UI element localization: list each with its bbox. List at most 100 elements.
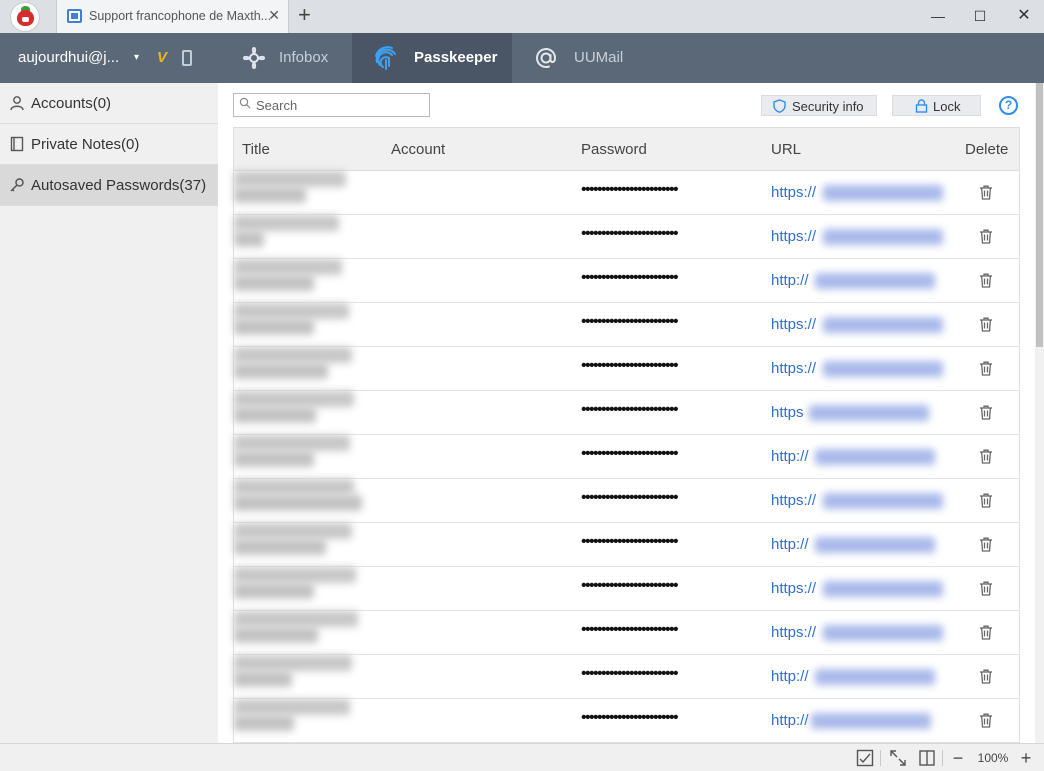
tab-uumail[interactable]: UUMail xyxy=(512,33,652,83)
trash-icon[interactable] xyxy=(979,713,993,728)
tab-favicon-icon xyxy=(67,9,82,23)
url-cell[interactable]: https:// xyxy=(771,360,816,377)
column-header-url[interactable]: URL xyxy=(771,141,801,158)
separator xyxy=(942,750,943,766)
trash-icon[interactable] xyxy=(979,405,993,420)
lock-button[interactable]: Lock xyxy=(892,95,981,116)
zoom-out-button[interactable]: − xyxy=(950,749,966,767)
trash-icon[interactable] xyxy=(979,185,993,200)
maximize-button[interactable]: ☐ xyxy=(970,6,990,26)
sidebar-item-autosaved-passwords[interactable]: Autosaved Passwords(37) xyxy=(0,165,218,206)
trash-icon[interactable] xyxy=(979,361,993,376)
table-header: Title Account Password URL Delete xyxy=(234,128,1019,171)
account-cell-redacted xyxy=(234,495,362,511)
url-cell[interactable]: https:// xyxy=(771,228,816,245)
account-cell-redacted xyxy=(234,407,316,423)
sidebar-item-accounts[interactable]: Accounts(0) xyxy=(0,83,218,124)
url-cell-redacted xyxy=(811,713,931,729)
maxthon-logo-icon[interactable] xyxy=(10,2,40,32)
title-cell-redacted xyxy=(234,303,349,319)
password-cell: •••••••••••••••••••••••• xyxy=(581,313,679,330)
trash-icon[interactable] xyxy=(979,581,993,596)
trash-icon[interactable] xyxy=(979,273,993,288)
url-cell-redacted xyxy=(823,493,943,509)
table-row[interactable]: •••••••••••••••••••••••• http:// xyxy=(234,655,1019,699)
status-bar: − 100% + xyxy=(0,743,1044,771)
column-header-delete: Delete xyxy=(965,141,1009,158)
table-row[interactable]: •••••••••••••••••••••••• https:// xyxy=(234,479,1019,523)
tab-title: Support francophone de Maxth... xyxy=(89,9,272,23)
url-cell[interactable]: http:// xyxy=(771,536,809,553)
new-tab-button[interactable]: + xyxy=(298,3,311,27)
password-cell: •••••••••••••••••••••••• xyxy=(581,269,679,286)
security-info-button[interactable]: Security info xyxy=(761,95,877,116)
account-cell-redacted xyxy=(234,451,314,467)
table-row[interactable]: •••••••••••••••••••••••• https:// xyxy=(234,215,1019,259)
column-header-password[interactable]: Password xyxy=(581,141,647,158)
vip-icon[interactable]: V xyxy=(157,49,167,66)
sidebar-item-label: Private Notes(0) xyxy=(31,136,140,153)
url-cell[interactable]: https:// xyxy=(771,316,816,333)
url-cell[interactable]: http:// xyxy=(771,272,809,289)
browser-tab[interactable]: Support francophone de Maxth... ✕ xyxy=(56,0,289,33)
scrollbar-thumb[interactable] xyxy=(1036,83,1043,347)
zoom-in-button[interactable]: + xyxy=(1018,749,1034,767)
chevron-down-icon[interactable]: ▾ xyxy=(134,52,139,63)
table-row[interactable]: •••••••••••••••••••••••• http:// xyxy=(234,259,1019,303)
url-cell-redacted xyxy=(823,229,943,245)
check-chart-icon[interactable] xyxy=(856,749,874,767)
trash-icon[interactable] xyxy=(979,449,993,464)
sidebar-item-private-notes[interactable]: Private Notes(0) xyxy=(0,124,218,165)
table-row[interactable]: •••••••••••••••••••••••• https:// xyxy=(234,611,1019,655)
table-row[interactable]: •••••••••••••••••••••••• http:// xyxy=(234,699,1019,743)
help-button[interactable]: ? xyxy=(999,96,1018,115)
url-cell[interactable]: http:// xyxy=(771,668,809,685)
search-input[interactable] xyxy=(256,96,426,114)
column-header-account[interactable]: Account xyxy=(391,141,445,158)
url-cell[interactable]: http:// xyxy=(771,448,809,465)
url-cell[interactable]: https xyxy=(771,404,804,421)
table-row[interactable]: •••••••••••••••••••••••• https xyxy=(234,391,1019,435)
split-view-icon[interactable] xyxy=(918,749,936,767)
password-cell: •••••••••••••••••••••••• xyxy=(581,225,679,242)
url-cell[interactable]: https:// xyxy=(771,580,816,597)
column-header-title[interactable]: Title xyxy=(242,141,270,158)
table-row[interactable]: •••••••••••••••••••••••• https:// xyxy=(234,303,1019,347)
table-row[interactable]: •••••••••••••••••••••••• http:// xyxy=(234,523,1019,567)
trash-icon[interactable] xyxy=(979,537,993,552)
vertical-scrollbar[interactable] xyxy=(1035,83,1044,743)
search-box[interactable] xyxy=(233,93,430,117)
infobox-icon xyxy=(243,47,265,69)
table-row[interactable]: •••••••••••••••••••••••• https:// xyxy=(234,347,1019,391)
phone-icon[interactable] xyxy=(182,50,192,66)
table-row[interactable]: •••••••••••••••••••••••• https:// xyxy=(234,171,1019,215)
zoom-level[interactable]: 100% xyxy=(976,749,1010,767)
sidebar-item-label: Autosaved Passwords(37) xyxy=(31,177,207,194)
password-cell: •••••••••••••••••••••••• xyxy=(581,577,679,594)
trash-icon[interactable] xyxy=(979,625,993,640)
url-cell-redacted xyxy=(823,361,943,377)
url-cell[interactable]: http:// xyxy=(771,712,809,729)
url-cell[interactable]: https:// xyxy=(771,624,816,641)
close-window-button[interactable]: ✕ xyxy=(1014,6,1034,26)
trash-icon[interactable] xyxy=(979,317,993,332)
minimize-button[interactable]: — xyxy=(928,6,948,26)
title-cell-redacted xyxy=(234,435,350,451)
url-cell[interactable]: https:// xyxy=(771,492,816,509)
trash-icon[interactable] xyxy=(979,229,993,244)
notebook-icon xyxy=(10,136,24,152)
table-row[interactable]: •••••••••••••••••••••••• http:// xyxy=(234,435,1019,479)
trash-icon[interactable] xyxy=(979,493,993,508)
trash-icon[interactable] xyxy=(979,669,993,684)
table-row[interactable]: •••••••••••••••••••••••• https:// xyxy=(234,567,1019,611)
tab-infobox[interactable]: Infobox xyxy=(222,33,352,83)
tab-passkeeper[interactable]: Passkeeper xyxy=(352,33,512,83)
fullscreen-icon[interactable] xyxy=(889,749,907,767)
url-cell[interactable]: https:// xyxy=(771,184,816,201)
account-cell-redacted xyxy=(234,715,294,731)
user-account-name[interactable]: aujourdhui@j... xyxy=(18,49,119,66)
url-cell-redacted xyxy=(815,449,935,465)
passkeeper-main: Security info Lock ? Title Account Passw… xyxy=(218,83,1044,743)
password-cell: •••••••••••••••••••••••• xyxy=(581,357,679,374)
tab-close-icon[interactable]: ✕ xyxy=(268,7,280,24)
